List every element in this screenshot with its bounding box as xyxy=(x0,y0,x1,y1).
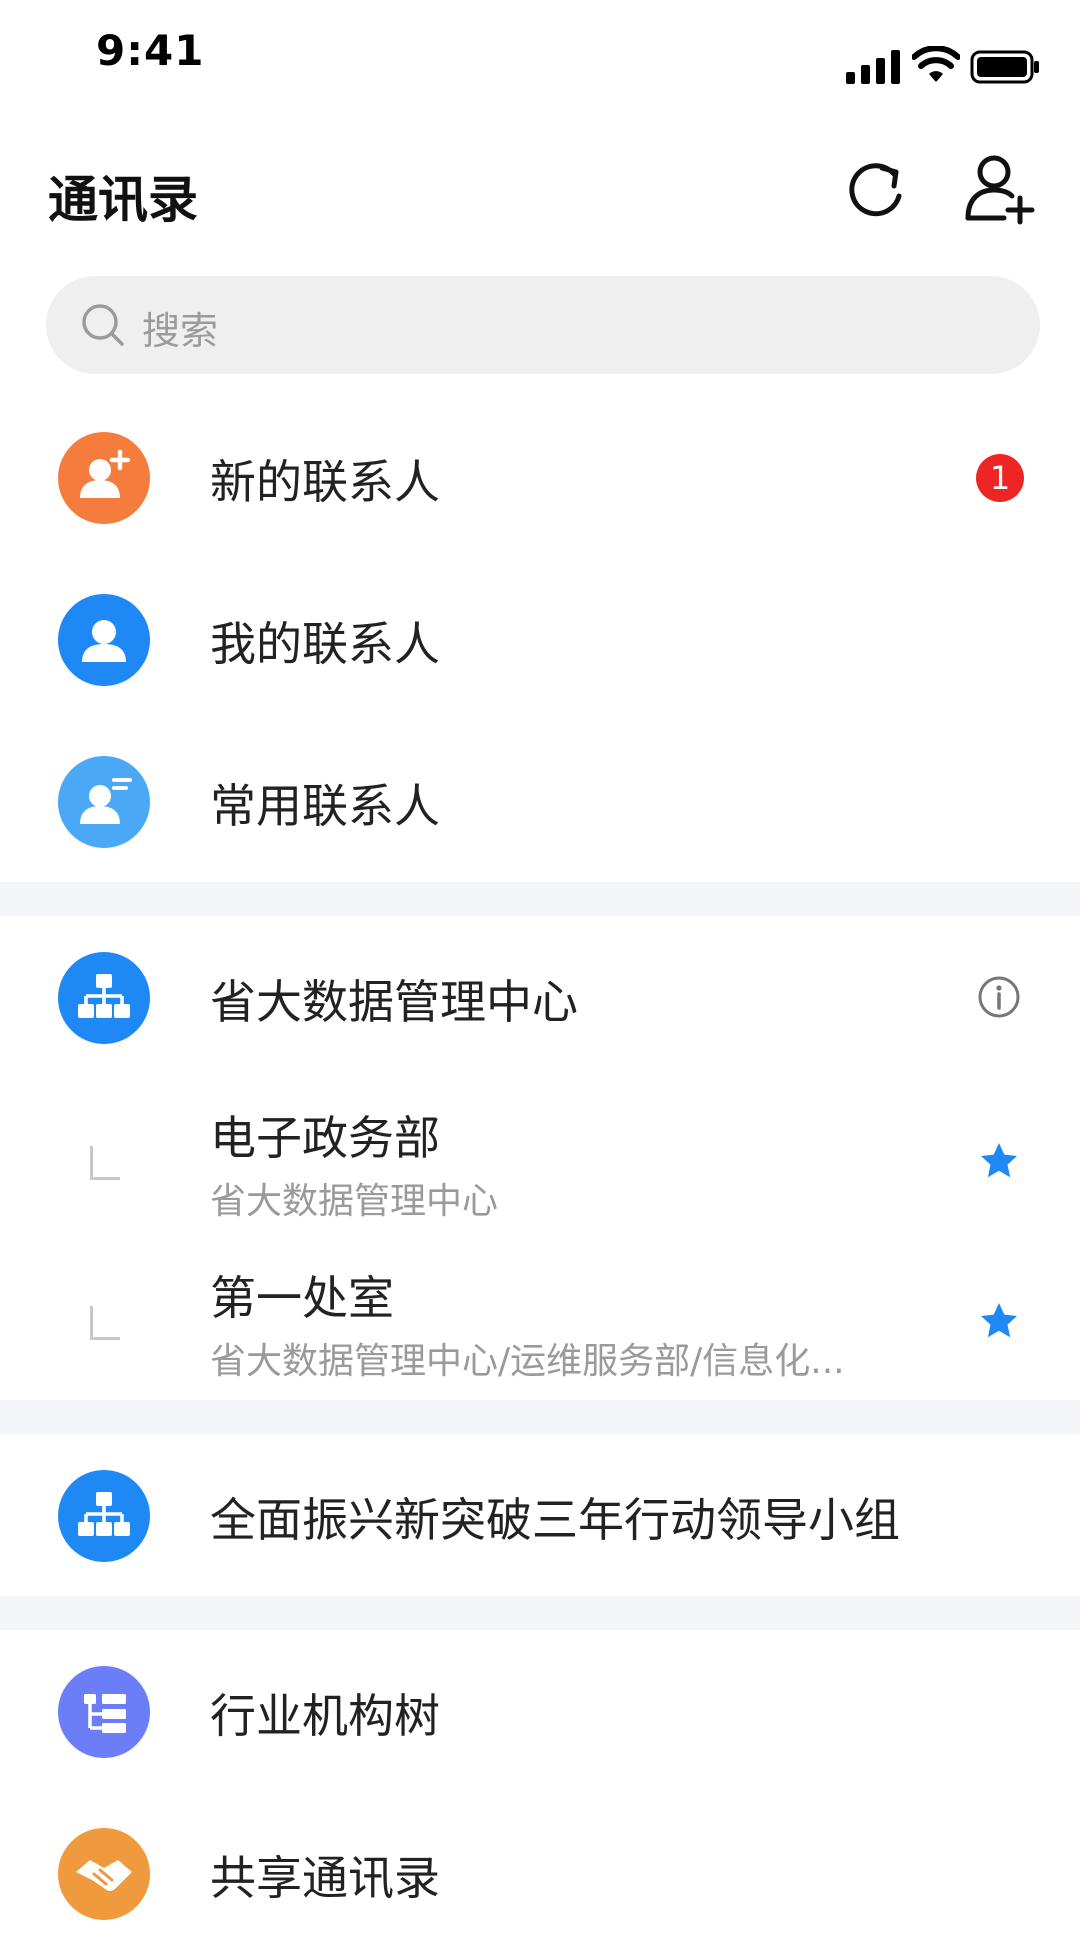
section-divider xyxy=(0,1400,1080,1434)
person-icon xyxy=(58,594,150,686)
star-icon[interactable] xyxy=(978,1140,1020,1182)
tree-branch-icon xyxy=(90,1146,120,1180)
new-contact-icon xyxy=(58,432,150,524)
page-title: 通讯录 xyxy=(48,171,198,229)
shared-contacts-label: 共享通讯录 xyxy=(210,1851,440,1905)
industry-tree-item[interactable]: 行业机构树 xyxy=(0,1632,1080,1792)
frequent-contacts-item[interactable]: 常用联系人 xyxy=(0,722,1080,882)
department-path: 省大数据管理中心/运维服务部/信息化... xyxy=(210,1341,845,1382)
info-icon[interactable] xyxy=(976,974,1022,1020)
refresh-icon[interactable] xyxy=(842,156,908,222)
group-label: 全面振兴新突破三年行动领导小组 xyxy=(210,1493,900,1547)
search-placeholder: 搜索 xyxy=(142,309,219,353)
title-bar: 通讯录 xyxy=(0,130,1080,250)
section-divider xyxy=(0,882,1080,916)
star-icon[interactable] xyxy=(978,1300,1020,1342)
status-bar: 9:41 xyxy=(0,0,1080,120)
org-chart-icon xyxy=(58,1470,150,1562)
status-time: 9:41 xyxy=(96,26,205,75)
unread-badge: 1 xyxy=(976,454,1024,502)
industry-tree-label: 行业机构树 xyxy=(210,1689,440,1743)
my-contacts-item[interactable]: 我的联系人 xyxy=(0,560,1080,720)
shared-contacts-item[interactable]: 共享通讯录 xyxy=(0,1794,1080,1954)
frequent-contact-icon xyxy=(58,756,150,848)
org-item[interactable]: 省大数据管理中心 xyxy=(0,918,1080,1078)
search-bar[interactable]: 搜索 xyxy=(46,276,1040,374)
add-contact-icon[interactable] xyxy=(962,150,1038,226)
tree-list-icon xyxy=(58,1666,150,1758)
tree-branch-icon xyxy=(90,1306,120,1340)
my-contacts-label: 我的联系人 xyxy=(210,617,440,671)
department-title: 电子政务部 xyxy=(210,1111,440,1165)
department-item[interactable]: 电子政务部 省大数据管理中心 xyxy=(0,1080,1080,1240)
org-chart-icon xyxy=(58,952,150,1044)
battery-icon xyxy=(970,50,1039,84)
group-item[interactable]: 全面振兴新突破三年行动领导小组 xyxy=(0,1436,1080,1596)
section-divider xyxy=(0,1596,1080,1630)
department-path: 省大数据管理中心 xyxy=(210,1181,499,1222)
wifi-icon xyxy=(912,46,960,82)
cellular-signal-icon xyxy=(846,50,900,84)
department-title: 第一处室 xyxy=(210,1271,394,1325)
search-icon xyxy=(82,304,124,346)
handshake-icon xyxy=(58,1828,150,1920)
department-item[interactable]: 第一处室 省大数据管理中心/运维服务部/信息化... xyxy=(0,1240,1080,1400)
new-contacts-label: 新的联系人 xyxy=(210,455,440,509)
new-contacts-item[interactable]: 新的联系人 1 xyxy=(0,398,1080,558)
org-label: 省大数据管理中心 xyxy=(210,975,578,1029)
frequent-contacts-label: 常用联系人 xyxy=(210,779,440,833)
